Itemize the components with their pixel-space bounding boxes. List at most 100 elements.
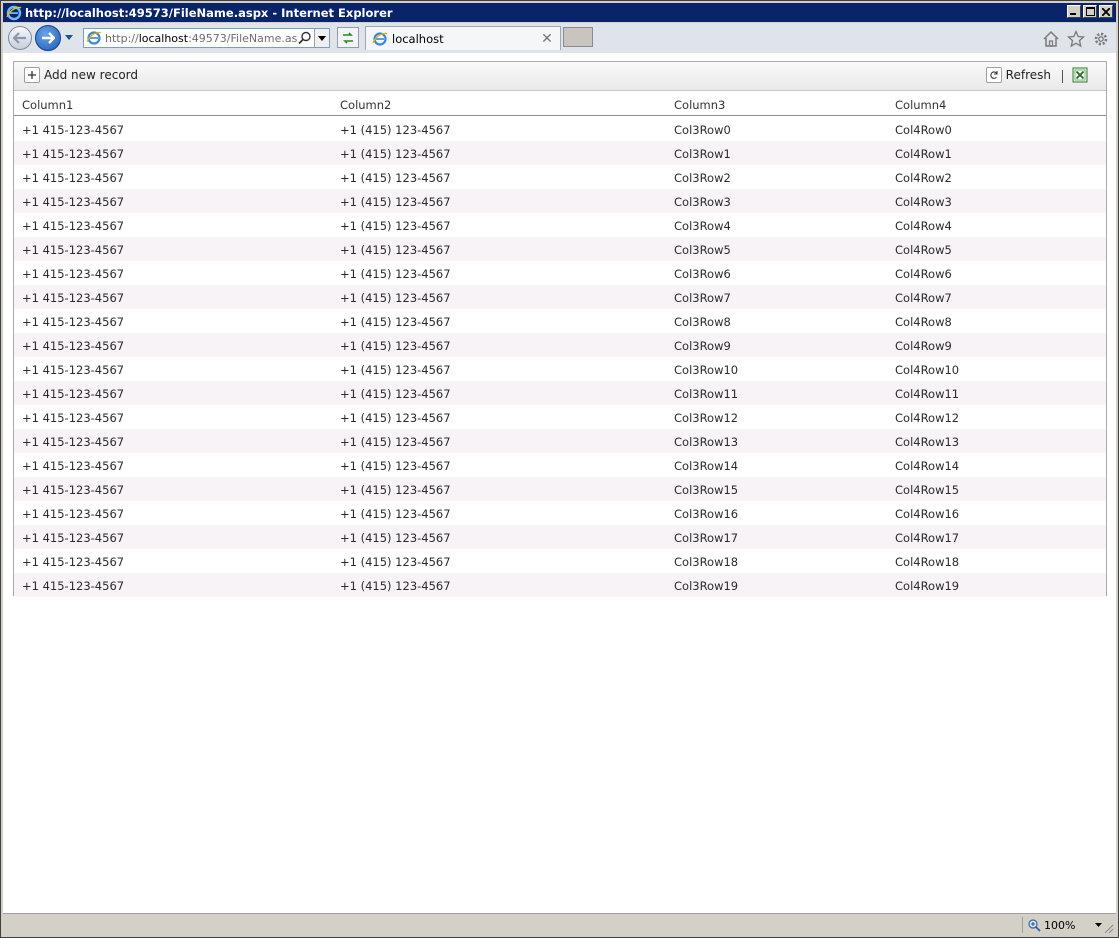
search-icon[interactable] bbox=[298, 31, 312, 45]
window-title: http://localhost:49573/FileName.aspx - I… bbox=[25, 5, 393, 20]
browser-window: http://localhost:49573/FileName.aspx - I… bbox=[0, 0, 1119, 938]
tab-close-icon[interactable]: ✕ bbox=[540, 32, 554, 46]
table-cell-column4: Col4Row13 bbox=[895, 435, 960, 449]
table-cell-column3: Col3Row7 bbox=[674, 291, 731, 305]
table-cell-column4: Col4Row16 bbox=[895, 507, 960, 521]
column-header-4[interactable]: Column4 bbox=[895, 98, 946, 112]
table-row[interactable]: +1 415-123-4567 +1 (415) 123-4567 Col3Row1… bbox=[14, 381, 1106, 405]
column-header-2[interactable]: Column2 bbox=[340, 98, 391, 112]
table-cell-column1: +1 415-123-4567 bbox=[22, 435, 125, 449]
table-row[interactable]: +1 415-123-4567 +1 (415) 123-4567 Col3Row1… bbox=[14, 501, 1106, 525]
table-row[interactable]: +1 415-123-4567 +1 (415) 123-4567 Col3Row1… bbox=[14, 429, 1106, 453]
table-cell-column2: +1 (415) 123-4567 bbox=[340, 219, 451, 233]
table-cell-column3: Col3Row11 bbox=[674, 387, 739, 401]
tab-localhost[interactable]: localhost ✕ bbox=[365, 26, 561, 50]
title-bar: http://localhost:49573/FileName.aspx - I… bbox=[3, 3, 1116, 22]
table-row[interactable]: +1 415-123-4567 +1 (415) 123-4567 Col3Row1… bbox=[14, 549, 1106, 573]
table-cell-column1: +1 415-123-4567 bbox=[22, 243, 125, 257]
zoom-level: 100% bbox=[1044, 918, 1076, 932]
add-record-button[interactable]: Add new record bbox=[24, 67, 138, 83]
back-arrow-icon bbox=[13, 32, 26, 44]
table-cell-column2: +1 (415) 123-4567 bbox=[340, 243, 451, 257]
table-cell-column1: +1 415-123-4567 bbox=[22, 315, 125, 329]
column-header-1[interactable]: Column1 bbox=[22, 98, 73, 112]
table-row[interactable]: +1 415-123-4567 +1 (415) 123-4567 Col3Row1… bbox=[14, 405, 1106, 429]
table-cell-column3: Col3Row13 bbox=[674, 435, 739, 449]
table-row[interactable]: +1 415-123-4567 +1 (415) 123-4567 Col3Row0… bbox=[14, 117, 1106, 141]
table-cell-column3: Col3Row14 bbox=[674, 459, 739, 473]
table-cell-column4: Col4Row18 bbox=[895, 555, 960, 569]
table-row[interactable]: +1 415-123-4567 +1 (415) 123-4567 Col3Row1… bbox=[14, 141, 1106, 165]
table-cell-column4: Col4Row7 bbox=[895, 291, 952, 305]
zoom-control[interactable]: 100% bbox=[1022, 917, 1102, 933]
maximize-icon bbox=[1085, 7, 1095, 16]
add-record-label: Add new record bbox=[44, 68, 138, 82]
compatibility-view-button[interactable] bbox=[337, 27, 359, 48]
table-cell-column1: +1 415-123-4567 bbox=[22, 555, 125, 569]
table-row[interactable]: +1 415-123-4567 +1 (415) 123-4567 Col3Row3… bbox=[14, 189, 1106, 213]
tools-button[interactable] bbox=[1092, 30, 1110, 48]
table-row[interactable]: +1 415-123-4567 +1 (415) 123-4567 Col3Row6… bbox=[14, 261, 1106, 285]
window-controls bbox=[1067, 5, 1113, 18]
table-cell-column1: +1 415-123-4567 bbox=[22, 459, 125, 473]
home-icon bbox=[1043, 30, 1059, 47]
table-cell-column4: Col4Row17 bbox=[895, 531, 960, 545]
chevron-down-icon bbox=[1095, 923, 1102, 927]
table-cell-column2: +1 (415) 123-4567 bbox=[340, 363, 451, 377]
chevron-down-icon bbox=[318, 35, 326, 41]
table-row[interactable]: +1 415-123-4567 +1 (415) 123-4567 Col3Row1… bbox=[14, 477, 1106, 501]
table-cell-column4: Col4Row9 bbox=[895, 339, 952, 353]
table-row[interactable]: +1 415-123-4567 +1 (415) 123-4567 Col3Row1… bbox=[14, 573, 1106, 597]
recent-pages-dropdown[interactable] bbox=[65, 35, 73, 40]
table-cell-column3: Col3Row2 bbox=[674, 171, 731, 185]
table-row[interactable]: +1 415-123-4567 +1 (415) 123-4567 Col3Row1… bbox=[14, 525, 1106, 549]
gear-icon bbox=[1094, 32, 1108, 46]
maximize-button[interactable] bbox=[1083, 5, 1097, 18]
table-cell-column1: +1 415-123-4567 bbox=[22, 339, 125, 353]
table-cell-column2: +1 (415) 123-4567 bbox=[340, 411, 451, 425]
page-content: Add new record Refresh Column1 Column2 C… bbox=[3, 53, 1116, 913]
table-cell-column2: +1 (415) 123-4567 bbox=[340, 579, 451, 593]
close-button[interactable] bbox=[1099, 5, 1113, 18]
ie-page-icon bbox=[86, 31, 102, 45]
navigation-bar: http://localhost:49573/FileName.aspx loc… bbox=[3, 23, 1116, 53]
table-row[interactable]: +1 415-123-4567 +1 (415) 123-4567 Col3Row9… bbox=[14, 333, 1106, 357]
table-cell-column1: +1 415-123-4567 bbox=[22, 531, 125, 545]
favorites-button[interactable] bbox=[1066, 29, 1086, 48]
table-cell-column1: +1 415-123-4567 bbox=[22, 387, 125, 401]
excel-export-icon[interactable] bbox=[1072, 67, 1088, 83]
home-button[interactable] bbox=[1042, 30, 1060, 48]
table-cell-column1: +1 415-123-4567 bbox=[22, 579, 125, 593]
table-cell-column3: Col3Row17 bbox=[674, 531, 739, 545]
back-button[interactable] bbox=[8, 26, 32, 50]
table-row[interactable]: +1 415-123-4567 +1 (415) 123-4567 Col3Row1… bbox=[14, 357, 1106, 381]
table-row[interactable]: +1 415-123-4567 +1 (415) 123-4567 Col3Row4… bbox=[14, 213, 1106, 237]
table-cell-column4: Col4Row6 bbox=[895, 267, 952, 281]
address-bar[interactable]: http://localhost:49573/FileName.aspx bbox=[83, 28, 330, 48]
table-cell-column2: +1 (415) 123-4567 bbox=[340, 339, 451, 353]
grid-rows: +1 415-123-4567 +1 (415) 123-4567 Col3Row0… bbox=[14, 117, 1106, 597]
table-row[interactable]: +1 415-123-4567 +1 (415) 123-4567 Col3Row2… bbox=[14, 165, 1106, 189]
table-cell-column2: +1 (415) 123-4567 bbox=[340, 147, 451, 161]
table-row[interactable]: +1 415-123-4567 +1 (415) 123-4567 Col3Row8… bbox=[14, 309, 1106, 333]
table-cell-column2: +1 (415) 123-4567 bbox=[340, 123, 451, 137]
new-tab-button[interactable] bbox=[563, 27, 593, 47]
address-url[interactable]: http://localhost:49573/FileName.aspx bbox=[105, 32, 298, 45]
address-dropdown[interactable] bbox=[314, 29, 329, 47]
table-row[interactable]: +1 415-123-4567 +1 (415) 123-4567 Col3Row1… bbox=[14, 453, 1106, 477]
minimize-button[interactable] bbox=[1067, 5, 1081, 18]
table-row[interactable]: +1 415-123-4567 +1 (415) 123-4567 Col3Row7… bbox=[14, 285, 1106, 309]
table-cell-column2: +1 (415) 123-4567 bbox=[340, 459, 451, 473]
forward-button[interactable] bbox=[35, 25, 61, 51]
table-cell-column2: +1 (415) 123-4567 bbox=[340, 555, 451, 569]
refresh-button[interactable]: Refresh bbox=[985, 67, 1051, 83]
zoom-icon bbox=[1028, 919, 1041, 932]
address-prefix: http:// bbox=[105, 31, 139, 45]
table-row[interactable]: +1 415-123-4567 +1 (415) 123-4567 Col3Row5… bbox=[14, 237, 1106, 261]
resize-grip-icon[interactable] bbox=[1102, 922, 1114, 934]
browser-tools bbox=[1042, 29, 1110, 48]
table-cell-column2: +1 (415) 123-4567 bbox=[340, 267, 451, 281]
table-cell-column4: Col4Row0 bbox=[895, 123, 952, 137]
column-header-3[interactable]: Column3 bbox=[674, 98, 725, 112]
table-cell-column3: Col3Row16 bbox=[674, 507, 739, 521]
